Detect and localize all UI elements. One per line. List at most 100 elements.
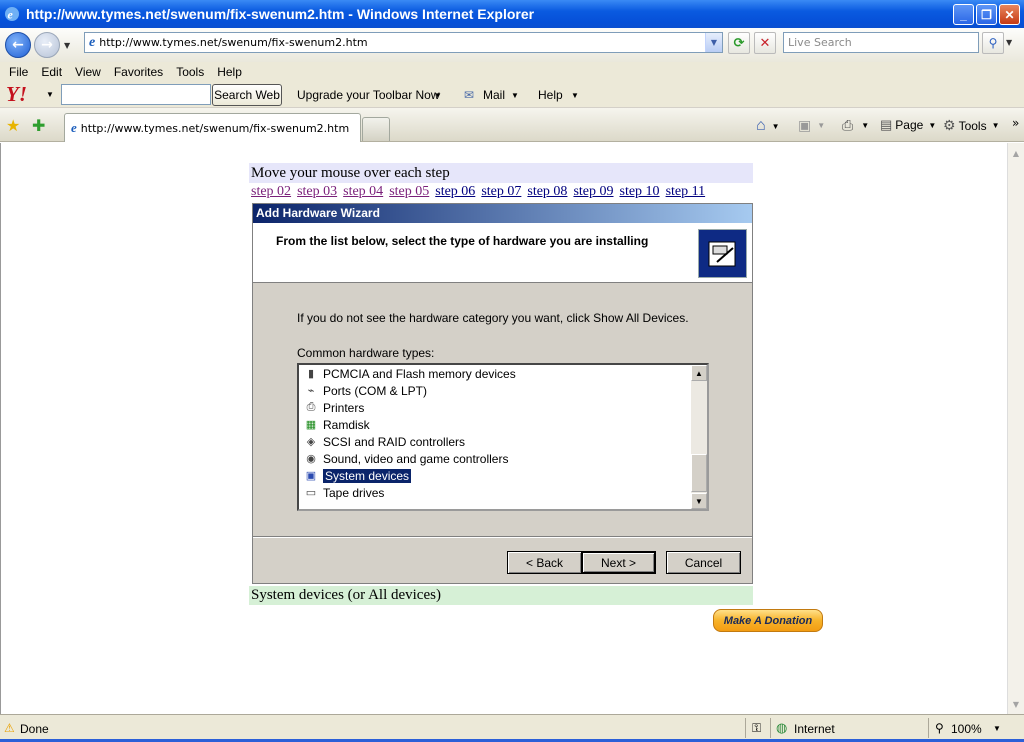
step-link-10[interactable]: step 10	[620, 184, 660, 200]
tools-menu-label: Tools	[958, 118, 987, 133]
wizard-header: From the list below, select the type of …	[253, 223, 752, 283]
list-item[interactable]: ⌁ Ports (COM & LPT)	[303, 382, 427, 399]
scsi-icon: ◈	[306, 436, 316, 448]
page-scrollbar[interactable]: ▲ ▼	[1007, 143, 1024, 714]
mail-icon: ✉	[464, 88, 475, 102]
list-item[interactable]: ▦ Ramdisk	[303, 416, 370, 433]
mail-link[interactable]: Mail	[483, 88, 505, 102]
history-dropdown-icon[interactable]: ▼	[64, 41, 70, 50]
close-button[interactable]: ✕	[999, 4, 1020, 25]
help-dropdown-icon[interactable]: ▼	[571, 91, 579, 100]
pcmcia-icon: ▮	[307, 368, 315, 380]
search-icon[interactable]: ⚲	[982, 32, 1004, 54]
scroll-down-icon[interactable]: ▼	[691, 493, 707, 509]
wizard-title: Add Hardware Wizard	[253, 204, 752, 223]
page-scroll-up-icon[interactable]: ▲	[1008, 145, 1024, 161]
step-link-04[interactable]: step 04	[343, 184, 383, 200]
ie-logo-icon: e	[5, 7, 19, 22]
step-link-06[interactable]: step 06	[435, 184, 475, 200]
list-item[interactable]: ◈ SCSI and RAID controllers	[303, 433, 465, 450]
step-link-05[interactable]: step 05	[389, 184, 429, 200]
donate-button[interactable]: Make A Donation	[713, 609, 823, 632]
menu-bar: File Edit View Favorites Tools Help	[0, 62, 1024, 82]
scroll-thumb[interactable]	[691, 454, 707, 492]
search-web-button[interactable]: Search Web	[212, 84, 282, 106]
list-item-selected[interactable]: ▣ System devices	[303, 467, 413, 484]
address-bar: ← → ▼ e http://www.tymes.net/swenum/fix-…	[0, 28, 1024, 62]
step-links: step 02 step 03 step 04 step 05 step 06 …	[251, 184, 705, 200]
svg-text:e: e	[8, 8, 14, 22]
zoom-level[interactable]: 100%	[951, 722, 982, 736]
hint-text: If you do not see the hardware category …	[297, 311, 689, 325]
add-favorites-icon[interactable]: ✚	[32, 116, 45, 135]
printer-icon: ⎙	[306, 401, 316, 413]
tab-bar: ★ ✚ e http://www.tymes.net/swenum/fix-swe…	[0, 108, 1024, 142]
live-search-input[interactable]: Live Search	[783, 32, 979, 53]
back-wizard-button[interactable]: < Back	[507, 551, 582, 574]
next-button[interactable]: Next >	[581, 551, 656, 574]
back-button[interactable]: ←	[5, 32, 31, 58]
yahoo-dropdown-icon[interactable]: ▼	[46, 90, 54, 99]
url-dropdown-icon[interactable]: ▼	[705, 33, 722, 52]
search-dropdown-icon[interactable]: ▼	[1006, 38, 1012, 47]
step-link-09[interactable]: step 09	[573, 184, 613, 200]
scroll-up-icon[interactable]: ▲	[691, 365, 707, 381]
upgrade-dropdown-icon[interactable]: ▼	[434, 91, 442, 100]
window-title: http://www.tymes.net/swenum/fix-swenum2.…	[26, 6, 535, 22]
mail-dropdown-icon[interactable]: ▼	[511, 91, 519, 100]
step-caption: System devices (or All devices)	[249, 586, 753, 605]
print-icon[interactable]: ⎙ ▼	[842, 117, 869, 134]
status-bar: ⚠ Done ⚿ ◍ Internet ⚲ 100% ▼	[0, 714, 1024, 742]
zoom-icon[interactable]: ⚲	[935, 721, 944, 735]
tools-menu[interactable]: ⚙ Tools ▼	[943, 117, 1000, 134]
stop-button[interactable]: ✕	[754, 32, 776, 54]
maximize-button[interactable]: ❐	[976, 4, 997, 25]
upgrade-toolbar-link[interactable]: Upgrade your Toolbar Now	[297, 88, 440, 102]
hardware-type-list[interactable]: ▮ PCMCIA and Flash memory devices ⌁ Ports …	[297, 363, 709, 511]
menu-file[interactable]: File	[9, 65, 28, 79]
list-item[interactable]: ⎙ Printers	[303, 399, 365, 416]
tab-current[interactable]: e http://www.tymes.net/swenum/fix-swenum2…	[64, 113, 361, 142]
help-link[interactable]: Help	[538, 88, 563, 102]
step-link-03[interactable]: step 03	[297, 184, 337, 200]
url-field[interactable]: e http://www.tymes.net/swenum/fix-swenum…	[84, 32, 723, 53]
menu-help[interactable]: Help	[217, 65, 242, 79]
page-menu[interactable]: ▤ Page ▼	[880, 117, 936, 133]
step-link-08[interactable]: step 08	[527, 184, 567, 200]
zoom-dropdown-icon[interactable]: ▼	[993, 724, 1001, 733]
cancel-button[interactable]: Cancel	[666, 551, 741, 574]
yahoo-search-input[interactable]	[61, 84, 211, 105]
status-separator	[928, 718, 929, 738]
list-item[interactable]: ▭ Tape drives	[303, 484, 385, 501]
menu-favorites[interactable]: Favorites	[114, 65, 163, 79]
port-icon: ⌁	[307, 385, 315, 397]
menu-view[interactable]: View	[75, 65, 101, 79]
yahoo-logo[interactable]: Y!	[6, 82, 27, 107]
list-scrollbar[interactable]: ▲ ▼	[691, 365, 707, 509]
page-menu-label: Page	[895, 118, 924, 132]
home-icon[interactable]: ⌂ ▼	[756, 117, 780, 135]
refresh-button[interactable]: ⟳	[728, 32, 750, 54]
new-tab-button[interactable]	[362, 117, 390, 141]
page-icon: ▤	[880, 117, 893, 132]
menu-tools[interactable]: Tools	[176, 65, 204, 79]
title-bar: e http://www.tymes.net/swenum/fix-swenum…	[0, 0, 1024, 28]
page-scroll-down-icon[interactable]: ▼	[1008, 696, 1024, 712]
add-hardware-wizard: Add Hardware Wizard From the list below,…	[252, 203, 753, 584]
menu-edit[interactable]: Edit	[41, 65, 62, 79]
security-icon: ⚿	[752, 721, 762, 735]
step-link-11[interactable]: step 11	[666, 184, 706, 200]
more-chevron-icon[interactable]: »	[1012, 116, 1019, 130]
minimize-button[interactable]: _	[953, 4, 974, 25]
tab-label: http://www.tymes.net/swenum/fix-swenum2.…	[80, 121, 350, 135]
url-text: http://www.tymes.net/swenum/fix-swenum2.…	[99, 36, 368, 49]
sound-icon: ◉	[306, 453, 316, 465]
list-item[interactable]: ◉ Sound, video and game controllers	[303, 450, 508, 467]
list-item[interactable]: ▮ PCMCIA and Flash memory devices	[303, 365, 516, 382]
step-link-02[interactable]: step 02	[251, 184, 291, 200]
forward-button[interactable]: →	[34, 32, 60, 58]
favorites-star-icon[interactable]: ★	[6, 116, 20, 135]
step-link-07[interactable]: step 07	[481, 184, 521, 200]
tape-drive-icon: ▭	[305, 487, 317, 499]
feeds-icon[interactable]: ▣ ▼	[798, 117, 825, 134]
